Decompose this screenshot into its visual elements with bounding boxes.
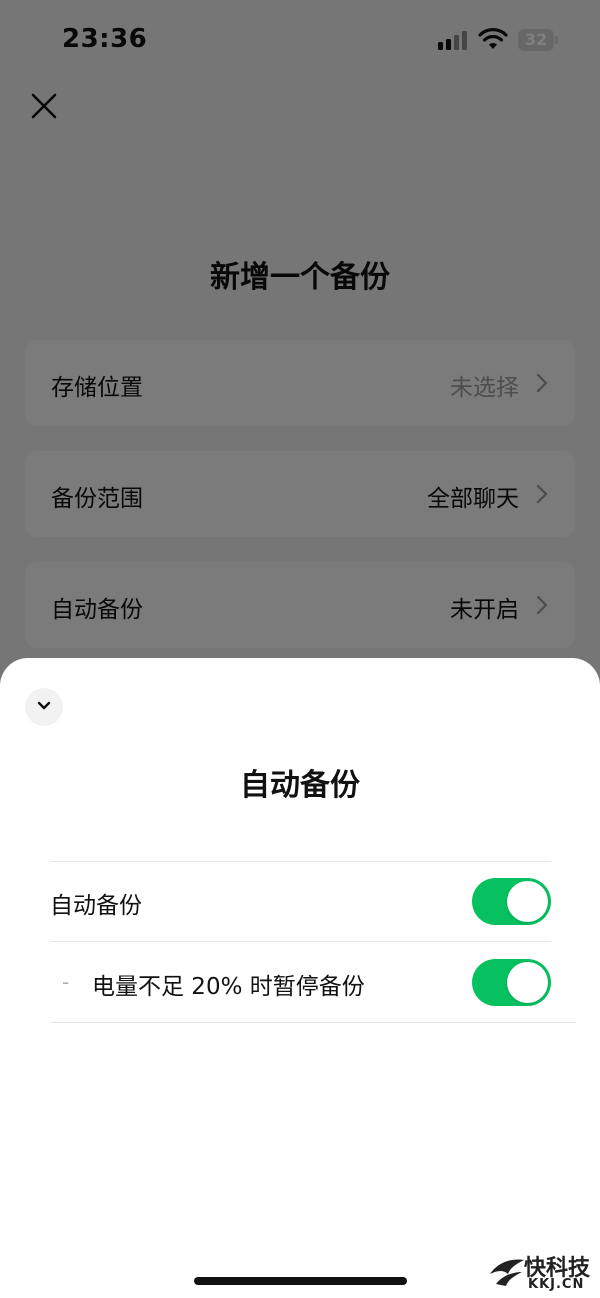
kkj-logo-icon (490, 1259, 524, 1286)
sub-setting-prefix: - (62, 970, 70, 994)
home-indicator[interactable] (194, 1277, 407, 1285)
auto-backup-label: 自动备份 (50, 893, 142, 919)
watermark-en: KKJ.CN (528, 1277, 585, 1292)
divider (50, 1022, 576, 1023)
toggle-knob (507, 962, 548, 1003)
watermark: 快科技 KKJ.CN (488, 1250, 596, 1294)
auto-backup-sheet: 自动备份 自动备份 - 电量不足 20% 时暂停备份 (0, 658, 600, 1298)
divider (50, 861, 551, 862)
divider (50, 941, 551, 942)
toggle-knob (507, 881, 548, 922)
auto-backup-toggle[interactable] (472, 878, 551, 925)
collapse-button[interactable] (25, 688, 63, 726)
low-battery-pause-toggle[interactable] (472, 959, 551, 1006)
chevron-down-icon (37, 701, 51, 710)
sheet-title: 自动备份 (240, 768, 360, 803)
low-battery-pause-label: 电量不足 20% 时暂停备份 (92, 974, 365, 1000)
